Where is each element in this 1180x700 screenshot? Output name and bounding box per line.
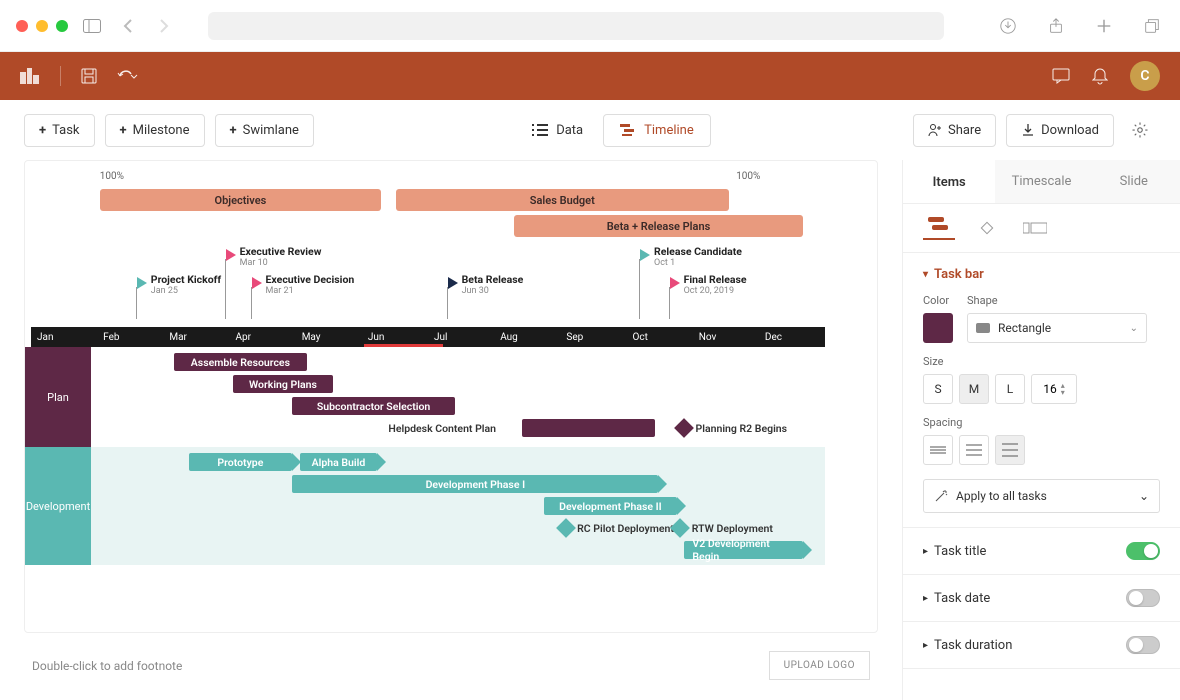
task-label: RTW Deployment [692, 522, 773, 535]
share-people-icon [928, 123, 942, 137]
list-icon [532, 124, 548, 136]
taskbar-section-header[interactable]: ▾Task bar [923, 267, 1160, 282]
save-icon[interactable] [81, 68, 97, 84]
close-window-icon[interactable] [16, 20, 28, 32]
sidebar-toggle-icon[interactable] [80, 14, 104, 38]
milestone-flag[interactable]: Executive ReviewMar 10 [226, 249, 236, 261]
spacing-loose-button[interactable] [995, 435, 1025, 465]
task-bar[interactable]: Assemble Resources [174, 353, 307, 371]
band-pct: 100% [100, 171, 124, 182]
panel-tabs: Items Timescale Slide [903, 160, 1180, 204]
share-button[interactable]: Share [913, 114, 996, 147]
color-swatch[interactable] [923, 313, 953, 343]
task-bar[interactable] [522, 419, 655, 437]
milestone-flag[interactable]: Project KickoffJan 25 [137, 277, 147, 289]
download-button[interactable]: Download [1006, 114, 1114, 147]
milestone-diamond[interactable] [674, 418, 694, 438]
new-tab-icon[interactable] [1092, 14, 1116, 38]
task-bar[interactable]: V2 Development Begin [684, 541, 802, 559]
task-bar[interactable]: Alpha Build [300, 453, 378, 471]
toolbar: +Task +Milestone +Swimlane Data Timeline… [0, 100, 1180, 160]
back-icon[interactable] [116, 14, 140, 38]
rectangle-icon [976, 323, 990, 333]
task-title-toggle[interactable] [1126, 542, 1160, 560]
item-type-milestone-icon[interactable] [971, 216, 1003, 240]
tab-items[interactable]: Items [903, 160, 995, 203]
task-date-toggle[interactable] [1126, 589, 1160, 607]
window-chrome [0, 0, 1180, 52]
month-scale: JanFebMarAprMayJunJulAugSepOctNovDec [31, 327, 825, 347]
task-bar[interactable]: Working Plans [233, 375, 333, 393]
add-milestone-button[interactable]: +Milestone [105, 114, 205, 147]
size-number-input[interactable]: 16▴▾ [1031, 374, 1077, 404]
size-m-button[interactable]: M [959, 374, 989, 404]
data-view-button[interactable]: Data [516, 114, 599, 147]
minimize-window-icon[interactable] [36, 20, 48, 32]
url-bar[interactable] [208, 12, 944, 40]
app-header: C [0, 52, 1180, 100]
forward-icon[interactable] [152, 14, 176, 38]
spacing-medium-button[interactable] [959, 435, 989, 465]
app-logo-icon[interactable] [20, 68, 40, 84]
size-l-button[interactable]: L [995, 374, 1025, 404]
task-bar[interactable]: Development Phase II [544, 497, 677, 515]
apply-all-select[interactable]: Apply to all tasks ⌄ [923, 479, 1160, 513]
milestone-diamond[interactable] [556, 518, 576, 538]
task-bar[interactable]: Prototype [189, 453, 293, 471]
share-icon[interactable] [1044, 14, 1068, 38]
task-title-section[interactable]: ▸Task title [903, 528, 1180, 575]
color-label: Color [923, 294, 953, 307]
upload-logo-button[interactable]: UPLOAD LOGO [769, 651, 870, 680]
settings-icon[interactable] [1124, 114, 1156, 146]
footnote-placeholder[interactable]: Double-click to add footnote [32, 659, 182, 673]
task-label: Helpdesk Content Plan [388, 422, 496, 435]
maximize-window-icon[interactable] [56, 20, 68, 32]
timeline-icon [620, 124, 636, 136]
swimlane-label[interactable]: Development [25, 447, 91, 565]
magic-wand-icon [934, 489, 948, 503]
task-bar[interactable]: Development Phase I [292, 475, 658, 493]
right-panel: Items Timescale Slide ▾Task bar Color Sh… [902, 160, 1180, 700]
task-bar[interactable]: Subcontractor Selection [292, 397, 455, 415]
task-label: Planning R2 Begins [696, 422, 788, 435]
traffic-lights [16, 20, 68, 32]
band-objectives[interactable]: Objectives [100, 189, 381, 211]
timeline-view-button[interactable]: Timeline [603, 114, 711, 147]
undo-icon[interactable] [117, 68, 141, 84]
spacing-tight-button[interactable] [923, 435, 953, 465]
avatar[interactable]: C [1130, 61, 1160, 91]
download-arrow-icon [1021, 123, 1035, 137]
size-label: Size [923, 355, 1160, 368]
comment-icon[interactable] [1052, 68, 1070, 84]
shape-label: Shape [967, 294, 1160, 307]
tabs-icon[interactable] [1140, 14, 1164, 38]
chevron-down-icon: ⌄ [1130, 323, 1138, 334]
item-type-taskbar-icon[interactable] [923, 216, 955, 240]
add-task-button[interactable]: +Task [24, 114, 95, 147]
task-duration-toggle[interactable] [1126, 636, 1160, 654]
milestone-flag[interactable]: Beta ReleaseJun 30 [448, 277, 458, 289]
add-swimlane-button[interactable]: +Swimlane [215, 114, 314, 147]
task-date-section[interactable]: ▸Task date [903, 575, 1180, 622]
spacing-label: Spacing [923, 416, 1160, 429]
task-label: RC Pilot Deployment [577, 522, 674, 535]
band-beta-release[interactable]: Beta + Release Plans [514, 215, 803, 237]
task-duration-section[interactable]: ▸Task duration [903, 622, 1180, 669]
size-s-button[interactable]: S [923, 374, 953, 404]
timeline-canvas[interactable]: 100% Objectives 100% Sales Budget Beta + Rel… [24, 160, 878, 633]
bell-icon[interactable] [1092, 67, 1108, 85]
shape-select[interactable]: Rectangle ⌄ [967, 313, 1147, 343]
tab-slide[interactable]: Slide [1088, 160, 1180, 203]
band-pct: 100% [736, 171, 760, 182]
milestone-flag[interactable]: Release CandidateOct 1 [640, 249, 650, 261]
milestone-flag[interactable]: Final ReleaseOct 20, 2019 [670, 277, 680, 289]
item-type-swimlane-icon[interactable] [1019, 216, 1051, 240]
download-icon[interactable] [996, 14, 1020, 38]
tab-timescale[interactable]: Timescale [995, 160, 1087, 203]
milestone-flag[interactable]: Executive DecisionMar 21 [252, 277, 262, 289]
chevron-down-icon: ⌄ [1139, 489, 1149, 503]
swimlane-label[interactable]: Plan [25, 347, 91, 447]
band-sales-budget[interactable]: Sales Budget [396, 189, 729, 211]
